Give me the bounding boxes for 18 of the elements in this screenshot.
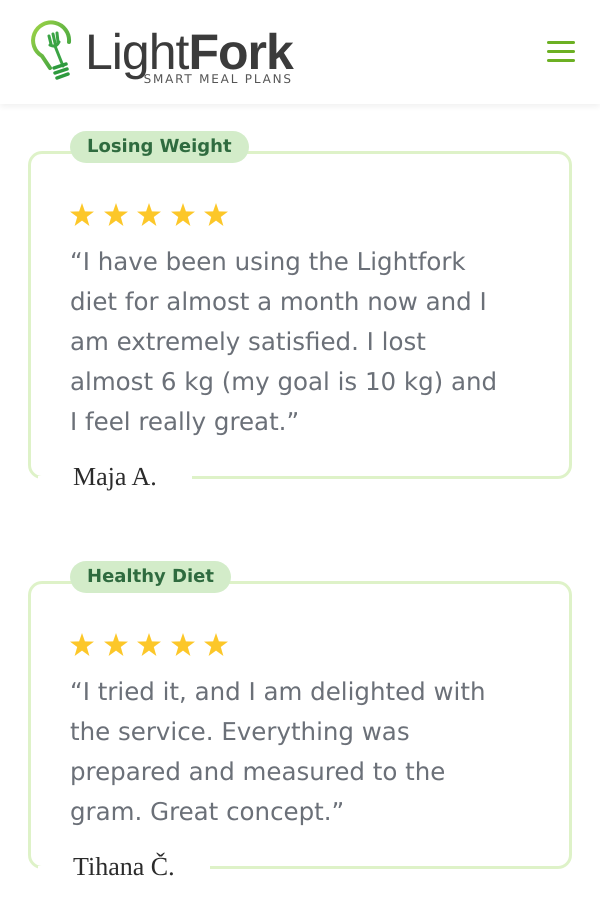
review-quote: “I have been using the Lightfork diet for almost a month now and I am extremely satisfied. I lost almost 6 kg (my goal is 10 kg) and I feel really great.” [70, 246, 498, 438]
star-icon [204, 203, 228, 226]
star-icon [104, 203, 128, 226]
reviewer-name: Maja A. [73, 462, 157, 492]
star-icon [137, 203, 161, 226]
star-icon [204, 633, 228, 656]
category-tag: Losing Weight [70, 131, 249, 163]
star-icon [170, 633, 194, 656]
star-icon [170, 203, 194, 226]
star-icon [137, 633, 161, 656]
reviewer-name: Tihana Č. [73, 852, 175, 882]
menu-button[interactable] [546, 39, 576, 63]
star-icon [70, 203, 94, 226]
star-icon [104, 633, 128, 656]
star-icon [70, 633, 94, 656]
review-quote: “I tried it, and I am delighted with the service. Everything was prepared and measured to the gram. Great concept.” [70, 676, 486, 828]
category-tag: Healthy Diet [70, 561, 231, 593]
menu-icon [547, 40, 575, 62]
